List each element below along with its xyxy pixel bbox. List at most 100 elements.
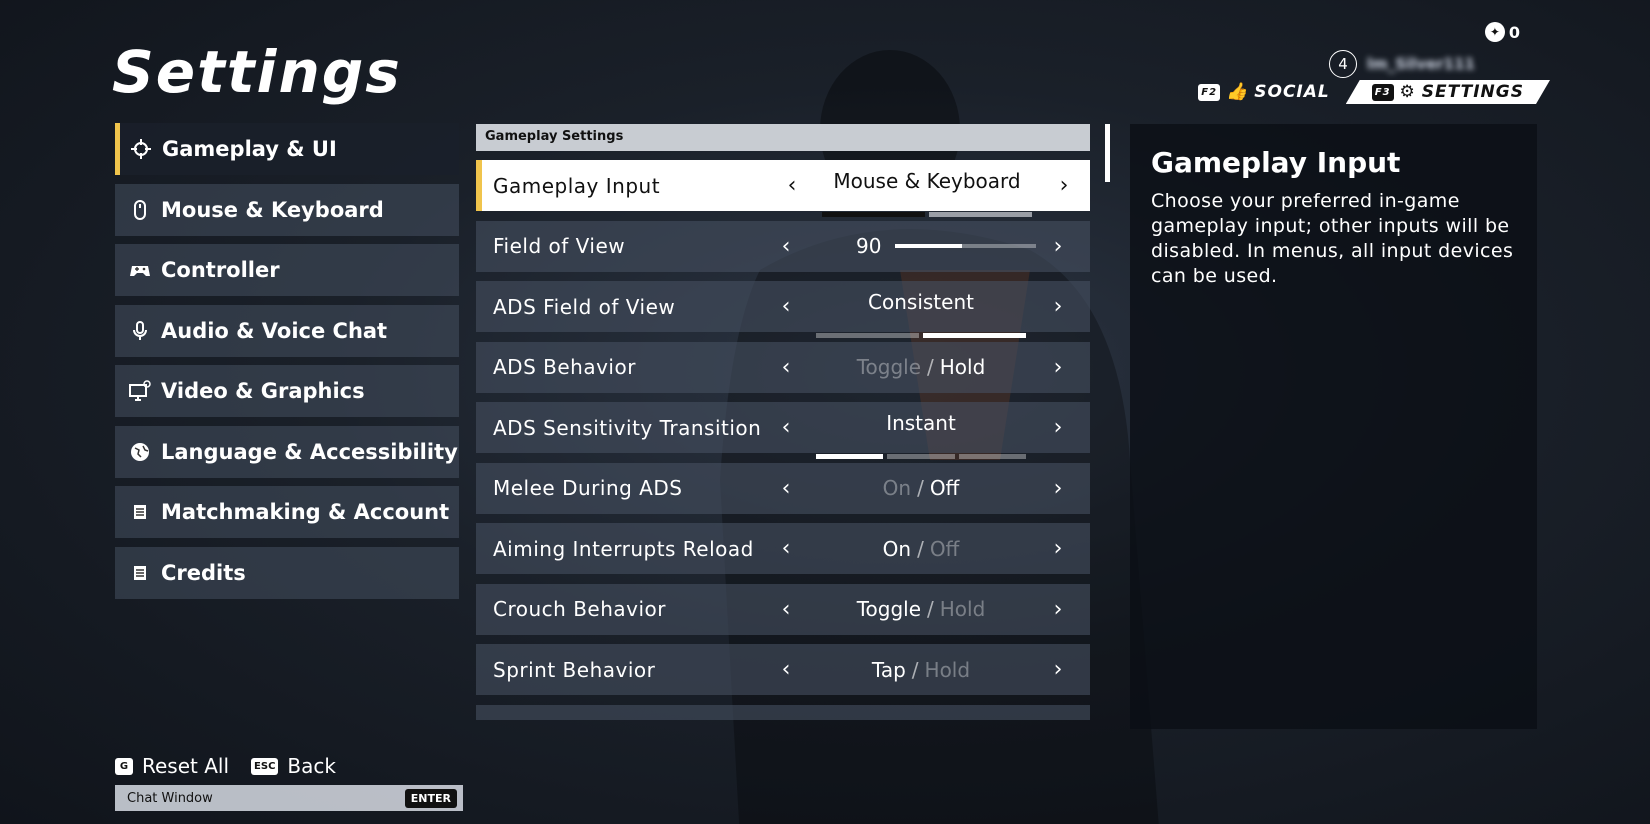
enter-key-hint: ENTER — [404, 788, 457, 808]
slider-fill — [895, 244, 962, 248]
chevron-right-icon[interactable]: › — [1054, 173, 1074, 198]
settings-scrollbar[interactable] — [1105, 124, 1110, 724]
chevron-right-icon[interactable]: › — [1048, 355, 1068, 380]
setting-value: Toggle / Hold — [816, 597, 1026, 621]
reset-all-button[interactable]: G Reset All — [115, 754, 229, 778]
chevron-right-icon[interactable]: › — [1048, 657, 1068, 682]
setting-label: Melee During ADS — [493, 476, 683, 500]
option-segment — [816, 332, 919, 338]
description-panel: Gameplay Input Choose your preferred in-… — [1130, 124, 1537, 729]
settings-category-nav: Gameplay & UI Mouse & Keyboard Controlle… — [115, 123, 459, 607]
setting-label: Crouch Behavior — [493, 597, 666, 621]
nav-item-video-graphics[interactable]: Video & Graphics — [115, 365, 459, 417]
setting-value: On / Off — [816, 476, 1026, 500]
chevron-left-icon[interactable]: ‹ — [776, 597, 796, 622]
chat-window-input[interactable]: Chat Window ENTER — [115, 785, 463, 811]
setting-value: Instant — [816, 411, 1026, 459]
tab-settings-label: SETTINGS — [1421, 82, 1524, 102]
setting-row-aiming-interrupts-reload[interactable]: Aiming Interrupts Reload ‹ On / Off › — [476, 523, 1090, 574]
nav-item-label: Language & Accessibility — [161, 439, 458, 464]
setting-value-text: Instant — [886, 410, 956, 435]
option-separator: / — [917, 476, 924, 500]
setting-row-crouch-behavior[interactable]: Crouch Behavior ‹ Toggle / Hold › — [476, 583, 1090, 635]
nav-item-matchmaking-account[interactable]: Matchmaking & Account — [115, 486, 459, 538]
option-segment — [958, 453, 1026, 459]
gamepad-icon — [129, 259, 151, 281]
nav-item-label: Matchmaking & Account — [161, 500, 450, 524]
top-tabs: F2 👍 SOCIAL F3 ⚙ SETTINGS — [1186, 80, 1550, 104]
option-a: On — [882, 476, 912, 500]
tab-settings[interactable]: F3 ⚙ SETTINGS — [1346, 80, 1550, 104]
chat-window-label: Chat Window — [127, 790, 213, 806]
scrollbar-thumb[interactable] — [1105, 124, 1110, 182]
chevron-left-icon[interactable]: ‹ — [776, 294, 796, 319]
nav-item-credits[interactable]: Credits — [115, 546, 459, 599]
nav-item-gameplay-ui[interactable]: Gameplay & UI — [115, 123, 459, 175]
setting-row-ads-sensitivity-transition[interactable]: ADS Sensitivity Transition ‹ Instant › — [476, 402, 1090, 459]
nav-item-controller[interactable]: Controller — [115, 244, 459, 296]
setting-value: Tap / Hold — [816, 658, 1026, 682]
option-segment — [923, 332, 1026, 338]
player-level-badge: 4 — [1328, 50, 1357, 78]
option-indicator — [816, 332, 1026, 338]
setting-label: Gameplay Input — [493, 173, 661, 198]
chevron-left-icon[interactable]: ‹ — [776, 536, 796, 561]
setting-label: Sprint Behavior — [493, 657, 656, 682]
option-b: Off — [929, 536, 960, 561]
setting-value: Mouse & Keyboard — [822, 169, 1032, 217]
mouse-icon — [129, 199, 151, 221]
tab-social-label: SOCIAL — [1254, 82, 1330, 102]
nav-item-label: Audio & Voice Chat — [161, 318, 388, 343]
g-key-hint: G — [115, 757, 133, 775]
list-icon — [129, 562, 151, 584]
setting-value-text: Mouse & Keyboard — [833, 168, 1021, 193]
tab-social[interactable]: F2 👍 SOCIAL — [1186, 80, 1341, 104]
chevron-left-icon[interactable]: ‹ — [776, 657, 796, 682]
thumbs-up-icon: 👍 — [1226, 82, 1249, 102]
chevron-right-icon[interactable]: › — [1048, 294, 1068, 319]
microphone-icon — [129, 320, 151, 342]
chevron-right-icon[interactable]: › — [1048, 476, 1068, 501]
nav-item-language-accessibility[interactable]: Language & Accessibility — [115, 425, 459, 478]
nav-item-label: Credits — [161, 560, 246, 585]
page-title: Settings — [112, 38, 402, 106]
option-separator: / — [927, 355, 934, 379]
nav-item-label: Controller — [161, 258, 280, 282]
setting-value: Consistent — [816, 290, 1026, 338]
chevron-right-icon[interactable]: › — [1048, 234, 1068, 259]
f3-key-hint: F3 — [1372, 84, 1394, 101]
option-separator: / — [927, 597, 934, 621]
slider-track[interactable] — [895, 244, 1036, 248]
nav-item-audio-voice-chat[interactable]: Audio & Voice Chat — [115, 304, 459, 357]
esc-key-hint: ESC — [251, 757, 279, 775]
chevron-left-icon[interactable]: ‹ — [776, 355, 796, 380]
setting-row-ads-field-of-view[interactable]: ADS Field of View ‹ Consistent › — [476, 281, 1090, 338]
chevron-left-icon[interactable]: ‹ — [782, 173, 802, 198]
nav-item-label: Mouse & Keyboard — [161, 197, 384, 222]
setting-row-field-of-view[interactable]: Field of View ‹ 90 › — [476, 220, 1090, 272]
option-segment — [929, 211, 1032, 217]
list-icon — [129, 501, 151, 523]
chevron-left-icon[interactable]: ‹ — [776, 234, 796, 259]
nav-item-label: Video & Graphics — [161, 379, 365, 403]
setting-row-melee-during-ads[interactable]: Melee During ADS ‹ On / Off › — [476, 462, 1090, 514]
chevron-left-icon[interactable]: ‹ — [776, 476, 796, 501]
setting-row-partial — [476, 704, 1090, 720]
option-b: Off — [929, 476, 960, 500]
chevron-right-icon[interactable]: › — [1048, 597, 1068, 622]
setting-row-sprint-behavior[interactable]: Sprint Behavior ‹ Tap / Hold › — [476, 644, 1090, 695]
setting-value-text: Consistent — [868, 289, 974, 314]
monitor-gear-icon — [129, 380, 151, 402]
setting-label: ADS Behavior — [493, 355, 636, 379]
option-a: Toggle — [856, 597, 922, 621]
back-button[interactable]: ESC Back — [251, 754, 336, 778]
option-segment — [887, 453, 955, 459]
nav-item-mouse-keyboard[interactable]: Mouse & Keyboard — [115, 183, 459, 236]
chevron-left-icon[interactable]: ‹ — [776, 415, 796, 440]
setting-row-gameplay-input[interactable]: Gameplay Input ‹ Mouse & Keyboard › — [476, 160, 1090, 217]
fov-slider[interactable]: 90 — [856, 234, 1036, 258]
chevron-right-icon[interactable]: › — [1048, 415, 1068, 440]
setting-label: Field of View — [493, 234, 626, 258]
chevron-right-icon[interactable]: › — [1048, 536, 1068, 561]
setting-row-ads-behavior[interactable]: ADS Behavior ‹ Toggle / Hold › — [476, 341, 1090, 393]
